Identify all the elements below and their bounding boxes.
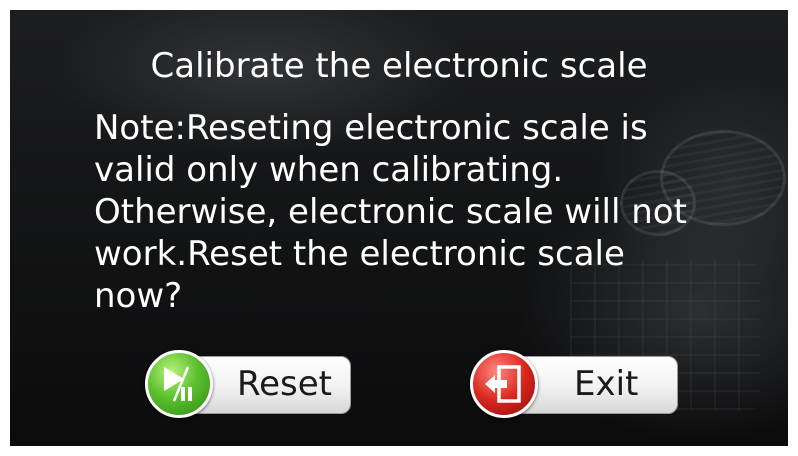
message-line: work.Reset the electronic scale — [94, 234, 625, 274]
message-line: Otherwise, electronic scale will not — [94, 192, 687, 232]
exit-door-icon — [470, 350, 538, 418]
message-line: now? — [94, 276, 183, 316]
reset-button[interactable]: Reset — [145, 350, 355, 418]
exit-button-label: Exit — [574, 364, 639, 404]
calibration-dialog: Calibrate the electronic scale Note:Rese… — [10, 10, 788, 446]
dialog-message: Note:Reseting electronic scale is valid … — [94, 107, 764, 317]
reset-button-label: Reset — [237, 364, 332, 404]
message-line: Note:Reseting electronic scale is — [94, 108, 648, 148]
dialog-title: Calibrate the electronic scale — [150, 46, 648, 86]
exit-button[interactable]: Exit — [470, 350, 680, 418]
message-line: valid only when calibrating. — [94, 150, 564, 190]
play-pause-icon — [145, 350, 213, 418]
